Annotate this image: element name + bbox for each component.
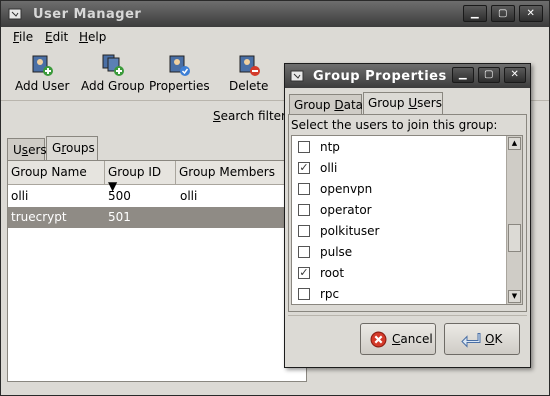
checked-checkbox[interactable]: ✓ bbox=[298, 267, 310, 279]
dialog-title: Group Properties bbox=[313, 69, 447, 84]
tab-group-data[interactable]: Group Data bbox=[289, 94, 363, 114]
app-icon bbox=[290, 70, 304, 82]
dialog-maximize-button[interactable]: ▢ bbox=[478, 67, 500, 83]
menu-help[interactable]: Help bbox=[79, 30, 106, 44]
menu-file[interactable]: File bbox=[13, 30, 33, 44]
window-title: User Manager bbox=[33, 7, 142, 22]
scroll-up-arrow[interactable]: ▲ bbox=[508, 137, 521, 150]
cancel-icon bbox=[370, 331, 387, 348]
checkbox[interactable] bbox=[298, 246, 310, 258]
add-group-button[interactable]: Add Group bbox=[81, 53, 145, 93]
delete-icon bbox=[239, 55, 260, 76]
add-user-button[interactable]: Add User bbox=[15, 53, 69, 93]
user-checklist-item[interactable]: openvpn bbox=[292, 179, 506, 200]
search-filter-label: Search filter: bbox=[213, 109, 290, 123]
user-name-label: polkituser bbox=[320, 224, 380, 238]
minimize-button[interactable]: ▁ bbox=[463, 5, 487, 22]
user-checklist-item[interactable]: operator bbox=[292, 200, 506, 221]
checked-checkbox[interactable]: ✓ bbox=[298, 162, 310, 174]
table-header: Group Name Group ID ▼ Group Members bbox=[8, 161, 306, 193]
dialog-titlebar[interactable]: Group Properties ▁ ▢ ✕ bbox=[285, 64, 530, 88]
user-checklist-item[interactable]: pulse bbox=[292, 242, 506, 263]
ok-icon bbox=[461, 333, 481, 348]
app-icon bbox=[8, 8, 22, 20]
add-group-icon bbox=[102, 54, 124, 76]
group-properties-dialog: Group Properties ▁ ▢ ✕ Group Data Group … bbox=[284, 63, 531, 368]
table-row[interactable]: truecrypt 501 bbox=[8, 207, 306, 228]
checkbox[interactable] bbox=[298, 141, 310, 153]
tab-group-users[interactable]: Group Users bbox=[363, 92, 443, 115]
col-group-id[interactable]: Group ID ▼ bbox=[105, 161, 176, 193]
properties-icon bbox=[169, 55, 191, 76]
main-titlebar[interactable]: User Manager ▁ ▢ ✕ bbox=[1, 1, 549, 27]
dialog-separator bbox=[288, 315, 527, 316]
checkbox[interactable] bbox=[298, 288, 310, 300]
user-name-label: ntp bbox=[320, 140, 340, 154]
menubar: File Edit Help bbox=[1, 27, 549, 49]
user-checklist: ▲ ▼ ntp ✓ olli openvpn operator polkituser pul… bbox=[291, 135, 523, 305]
user-name-label: operator bbox=[320, 203, 372, 217]
user-name-label: rpc bbox=[320, 287, 340, 301]
user-checklist-item[interactable]: polkituser bbox=[292, 221, 506, 242]
tab-users[interactable]: Users bbox=[7, 138, 47, 160]
tab-groups[interactable]: Groups bbox=[46, 136, 98, 160]
dialog-close-button[interactable]: ✕ bbox=[504, 67, 526, 83]
list-scrollbar[interactable]: ▲ ▼ bbox=[506, 136, 522, 304]
user-checklist-item[interactable]: ✓ root bbox=[292, 263, 506, 284]
user-checklist-item[interactable]: rpc bbox=[292, 284, 506, 304]
user-checklist-item[interactable]: ✓ olli bbox=[292, 158, 506, 179]
user-name-label: root bbox=[320, 266, 345, 280]
table-row[interactable]: olli 500 olli bbox=[8, 186, 306, 207]
delete-button[interactable]: Delete bbox=[229, 53, 268, 93]
close-button[interactable]: ✕ bbox=[519, 5, 543, 22]
group-users-panel: Select the users to join this group: ▲ ▼… bbox=[288, 114, 527, 312]
maximize-button[interactable]: ▢ bbox=[491, 5, 515, 22]
user-name-label: olli bbox=[320, 161, 338, 175]
menu-edit[interactable]: Edit bbox=[45, 30, 68, 44]
ok-button[interactable]: OK bbox=[444, 323, 520, 355]
checkbox[interactable] bbox=[298, 204, 310, 216]
groups-table: Group Name Group ID ▼ Group Members olli… bbox=[7, 160, 307, 382]
checkbox[interactable] bbox=[298, 183, 310, 195]
cancel-button[interactable]: Cancel bbox=[360, 323, 436, 355]
user-name-label: openvpn bbox=[320, 182, 373, 196]
user-name-label: pulse bbox=[320, 245, 353, 259]
scroll-thumb[interactable] bbox=[508, 224, 521, 252]
properties-button[interactable]: Properties bbox=[149, 53, 210, 93]
add-user-icon bbox=[32, 55, 54, 76]
select-users-prompt: Select the users to join this group: bbox=[291, 118, 498, 132]
checkbox[interactable] bbox=[298, 225, 310, 237]
dialog-minimize-button[interactable]: ▁ bbox=[452, 67, 474, 83]
col-group-name[interactable]: Group Name bbox=[8, 161, 105, 185]
scroll-down-arrow[interactable]: ▼ bbox=[508, 290, 521, 303]
user-checklist-item[interactable]: ntp bbox=[292, 137, 506, 158]
